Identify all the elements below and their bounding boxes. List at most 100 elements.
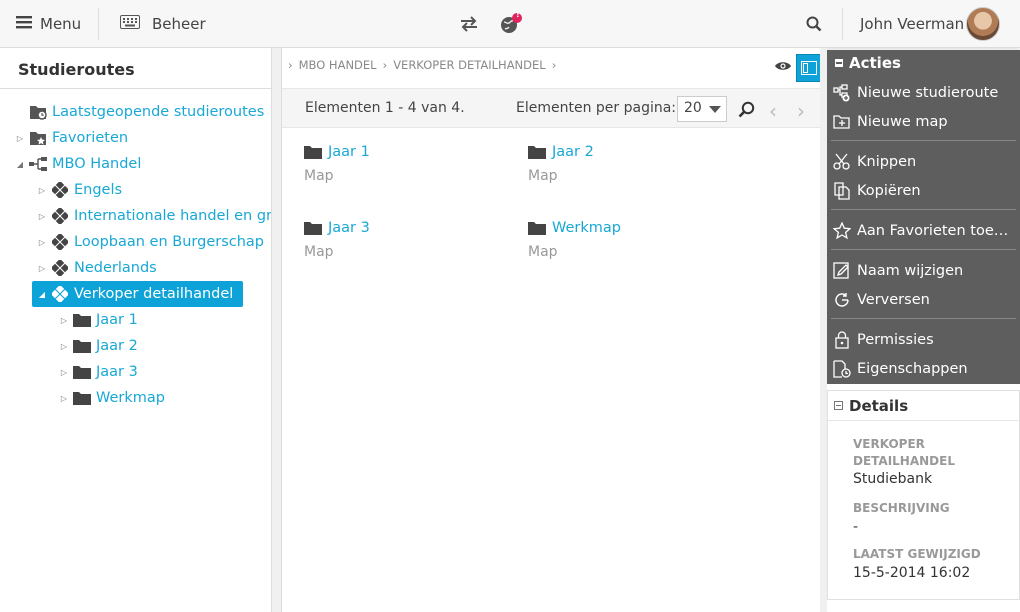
expand-icon[interactable]: ▷ xyxy=(58,342,70,351)
next-page-icon[interactable]: › xyxy=(797,99,805,123)
breadcrumb-item[interactable]: MBO HANDEL xyxy=(299,58,377,72)
expand-icon[interactable]: ▷ xyxy=(36,264,48,273)
action-properties[interactable]: Eigenschappen xyxy=(831,356,1016,382)
collapse-icon[interactable]: ◢ xyxy=(14,160,26,169)
tree-label: Internationale handel en groothandel xyxy=(74,208,271,224)
module-icon xyxy=(50,207,70,225)
search-icon[interactable] xyxy=(738,101,755,122)
copy-icon xyxy=(831,181,853,201)
tree-label: Jaar 2 xyxy=(96,338,138,354)
scissors-icon xyxy=(831,152,853,172)
breadcrumb-separator-icon: › xyxy=(382,58,388,72)
action-cut[interactable]: Knippen xyxy=(831,149,1016,175)
tree-label: Werkmap xyxy=(96,390,165,406)
switch-icon[interactable] xyxy=(460,0,478,48)
actions-panel: Acties Nieuwe studieroute Nieuwe map Kni… xyxy=(827,50,1020,384)
beheer-button[interactable]: Beheer xyxy=(120,0,206,48)
tree-item-jaar-3[interactable]: ▷ Jaar 3 xyxy=(58,360,138,384)
top-bar: Menu Beheer ! John Veerman xyxy=(0,0,1020,48)
folder-icon xyxy=(72,363,92,381)
star-icon xyxy=(831,221,853,241)
expand-icon[interactable]: ▷ xyxy=(58,316,70,325)
user-name[interactable]: John Veerman xyxy=(860,0,964,48)
eye-icon[interactable] xyxy=(774,60,792,76)
tree-label: Nederlands xyxy=(74,260,157,276)
folder-icon xyxy=(528,221,546,239)
action-rename[interactable]: Naam wijzigen xyxy=(831,258,1016,284)
action-label: Nieuwe map xyxy=(857,114,948,130)
item-tile[interactable]: Werkmap Map xyxy=(528,220,748,270)
tree-item-recent[interactable]: Laatstgeopende studieroutes xyxy=(14,100,264,124)
action-copy[interactable]: Kopiëren xyxy=(831,178,1016,204)
new-route-icon xyxy=(831,83,853,103)
action-refresh[interactable]: Verversen xyxy=(831,287,1016,313)
menu-button[interactable]: Menu xyxy=(16,0,81,48)
globe-notification-icon[interactable]: ! xyxy=(500,0,522,48)
tree-item-nederlands[interactable]: ▷ Nederlands xyxy=(36,256,157,280)
action-label: Verversen xyxy=(857,292,930,308)
collapse-icon[interactable]: ◢ xyxy=(36,290,48,299)
module-icon xyxy=(50,259,70,277)
tree-item-verkoper-detailhandel[interactable]: ◢ Verkoper detailhandel xyxy=(32,281,244,307)
tree-label: Jaar 1 xyxy=(96,312,138,328)
item-tile[interactable]: Jaar 1 Map xyxy=(304,144,524,194)
tile-name[interactable]: Jaar 2 xyxy=(552,144,594,160)
new-folder-icon xyxy=(831,112,853,132)
action-label: Kopiëren xyxy=(857,183,921,199)
expand-icon[interactable]: ▷ xyxy=(36,238,48,247)
tree-item-jaar-1[interactable]: ▷ Jaar 1 xyxy=(58,308,138,332)
tree-item-jaar-2[interactable]: ▷ Jaar 2 xyxy=(58,334,138,358)
expand-icon[interactable]: ▷ xyxy=(58,368,70,377)
tree-label: Jaar 3 xyxy=(96,364,138,380)
expand-icon[interactable]: ▷ xyxy=(14,134,26,143)
tree-item-loopbaan[interactable]: ▷ Loopbaan en Burgerschap xyxy=(36,230,264,254)
module-icon xyxy=(50,233,70,251)
tile-name[interactable]: Jaar 3 xyxy=(328,220,370,236)
splitter[interactable] xyxy=(820,48,827,612)
tile-name[interactable]: Jaar 1 xyxy=(328,144,370,160)
action-label: Naam wijzigen xyxy=(857,263,964,279)
tree-item-engels[interactable]: ▷ Engels xyxy=(36,178,122,202)
per-page-label: Elementen per pagina: xyxy=(516,100,677,116)
action-new-folder[interactable]: Nieuwe map xyxy=(831,109,1016,135)
chevron-down-icon xyxy=(709,106,721,113)
expand-icon[interactable]: ▷ xyxy=(36,186,48,195)
action-new-route[interactable]: Nieuwe studieroute xyxy=(831,80,1016,106)
actions-header[interactable]: Acties xyxy=(835,54,901,72)
splitter[interactable] xyxy=(272,48,282,612)
breadcrumb-item[interactable]: VERKOPER DETAILHANDEL xyxy=(393,58,546,72)
details-description-value: - xyxy=(853,519,859,535)
per-page-select[interactable]: 20 xyxy=(677,96,727,122)
tree-item-mbo-handel[interactable]: ◢ MBO Handel xyxy=(14,152,141,176)
action-label: Permissies xyxy=(857,332,934,348)
details-panel-toggle-button[interactable] xyxy=(796,54,822,82)
expand-icon[interactable]: ▷ xyxy=(58,394,70,403)
previous-page-icon[interactable]: ‹ xyxy=(769,99,777,123)
action-label: Nieuwe studieroute xyxy=(857,85,999,101)
search-icon[interactable] xyxy=(806,0,822,48)
action-permissions[interactable]: Permissies xyxy=(831,327,1016,353)
item-tile[interactable]: Jaar 2 Map xyxy=(528,144,748,194)
tree-item-favorites[interactable]: ▷ Favorieten xyxy=(14,126,128,150)
content-area: › MBO HANDEL › VERKOPER DETAILHANDEL › E… xyxy=(282,48,822,612)
left-panel: Studieroutes Laatstgeopende studieroutes… xyxy=(0,48,272,612)
item-count: Elementen 1 - 4 van 4. xyxy=(305,100,465,116)
item-tile[interactable]: Jaar 3 Map xyxy=(304,220,524,270)
action-label: Knippen xyxy=(857,154,917,170)
actions-title: Acties xyxy=(849,54,901,72)
details-header[interactable]: Details xyxy=(828,391,1019,421)
action-label: Aan Favorieten toevoegen xyxy=(857,223,1012,239)
action-label: Eigenschappen xyxy=(857,361,968,377)
tile-name[interactable]: Werkmap xyxy=(552,220,621,236)
tile-type: Map xyxy=(528,168,558,184)
user-avatar[interactable] xyxy=(966,0,1000,48)
tree-label: Laatstgeopende studieroutes xyxy=(52,104,265,120)
expand-icon[interactable]: ▷ xyxy=(36,212,48,221)
collapse-icon xyxy=(834,401,843,410)
folder-icon xyxy=(72,311,92,329)
tree-item-internationale-handel[interactable]: ▷ Internationale handel en groothandel xyxy=(36,204,271,228)
details-name-label: VERKOPER DETAILHANDEL xyxy=(853,437,955,468)
action-add-favorite[interactable]: Aan Favorieten toevoegen xyxy=(831,218,1016,244)
details-modified-label: LAATST GEWIJZIGD xyxy=(853,547,981,561)
tree-item-werkmap[interactable]: ▷ Werkmap xyxy=(58,386,165,410)
